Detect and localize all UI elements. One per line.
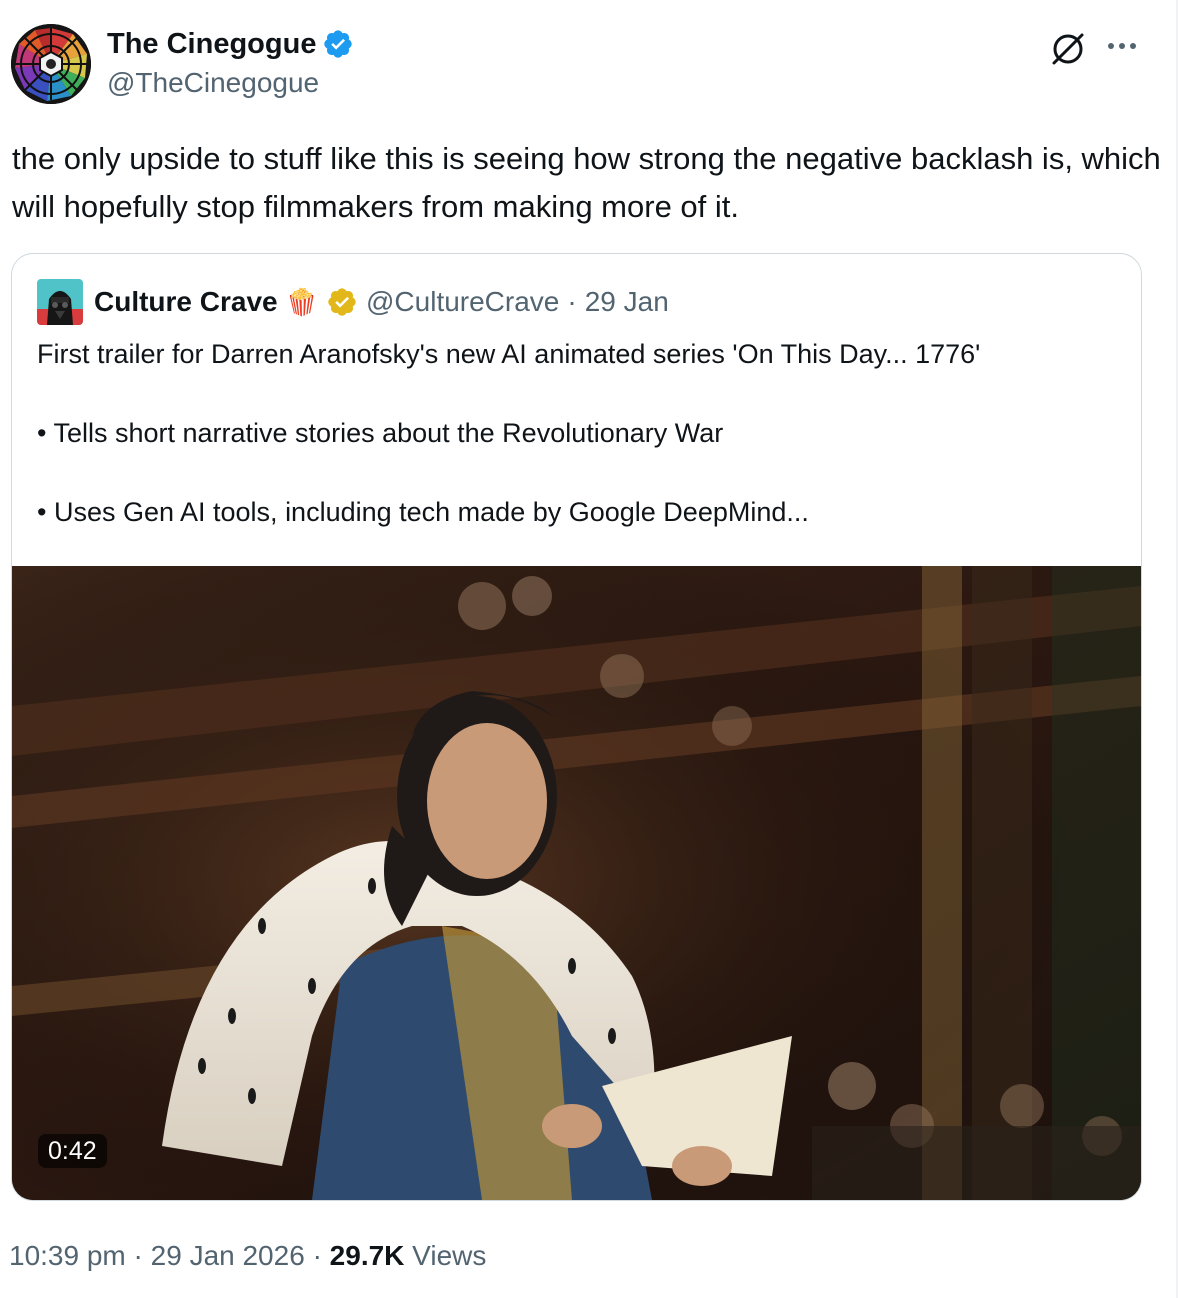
views-count[interactable]: 29.7K — [330, 1240, 405, 1271]
author-avatar[interactable] — [11, 24, 91, 104]
more-icon[interactable] — [1103, 32, 1141, 60]
quote-author-name[interactable]: Culture Crave — [94, 286, 278, 318]
video-thumbnail-image — [12, 566, 1141, 1200]
views-label: Views — [412, 1240, 487, 1271]
quote-line: First trailer for Darren Aranofsky's new… — [37, 339, 981, 369]
quote-date[interactable]: 29 Jan — [585, 286, 669, 318]
quoted-tweet-card[interactable]: Culture Crave 🍿 @CultureCrave · 29 Jan F… — [11, 253, 1142, 1201]
quote-author-avatar[interactable] — [37, 279, 83, 325]
author-handle[interactable]: @TheCinegogue — [107, 66, 319, 100]
quote-bullet: • Tells short narrative stories about th… — [37, 418, 724, 448]
video-player[interactable]: 0:42 — [12, 566, 1141, 1200]
quote-header: Culture Crave 🍿 @CultureCrave · 29 Jan — [94, 282, 669, 322]
tweet-meta: 10:39 pm · 29 Jan 2026 · 29.7K Views — [9, 1236, 486, 1276]
culture-crave-avatar-icon — [37, 279, 83, 325]
quote-bullet: • Uses Gen AI tools, including tech made… — [37, 497, 809, 527]
verified-gold-badge-icon — [328, 288, 356, 316]
tweet-time[interactable]: 10:39 pm — [9, 1240, 126, 1271]
quote-author-handle[interactable]: @CultureCrave — [366, 286, 559, 318]
popcorn-emoji: 🍿 — [285, 286, 318, 317]
tweet-text: the only upside to stuff like this is se… — [12, 141, 1161, 224]
tweet-date[interactable]: 29 Jan 2026 — [151, 1240, 305, 1271]
meta-separator: · — [133, 1240, 143, 1271]
verified-badge-icon — [324, 30, 353, 58]
author-name-row[interactable]: The Cinegogue — [107, 26, 354, 62]
grok-icon[interactable] — [1048, 28, 1088, 68]
author-name[interactable]: The Cinegogue — [107, 26, 316, 62]
avatar-logo-icon — [11, 24, 91, 104]
quote-text: First trailer for Darren Aranofsky's new… — [37, 334, 1127, 532]
meta-separator: · — [312, 1240, 322, 1271]
video-duration: 0:42 — [38, 1134, 107, 1168]
quote-separator: · — [567, 286, 577, 317]
